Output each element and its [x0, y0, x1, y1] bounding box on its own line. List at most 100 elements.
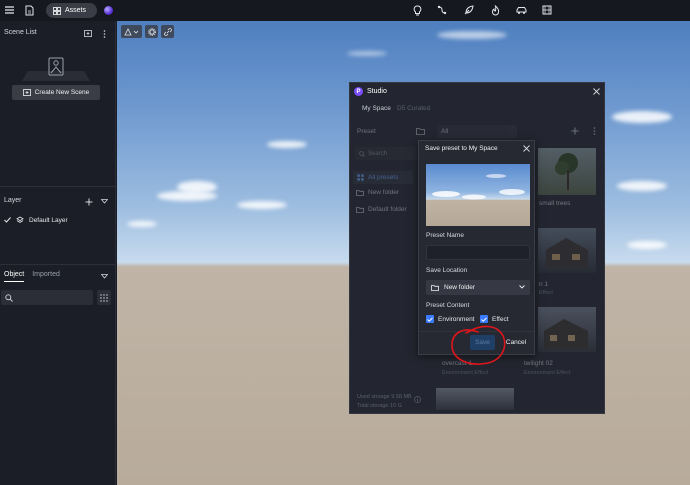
- menu-icon[interactable]: [2, 3, 16, 17]
- preset-thumbnail[interactable]: [436, 388, 514, 410]
- preset-filter-value: All: [441, 128, 449, 135]
- object-tabs: Object Imported: [4, 271, 60, 282]
- divider: [0, 264, 116, 265]
- effect-label: Effect: [492, 315, 509, 323]
- checkbox-checked-icon: [480, 315, 488, 323]
- assets-button[interactable]: Assets: [46, 3, 97, 18]
- save-button[interactable]: Save: [470, 335, 495, 350]
- add-layer-icon[interactable]: [84, 197, 93, 206]
- preset-search-placeholder: Search: [368, 150, 388, 157]
- lightbulb-icon[interactable]: [410, 3, 424, 17]
- preset-filter-select[interactable]: All: [437, 125, 517, 138]
- preset-name-input[interactable]: [426, 245, 530, 260]
- flame-icon[interactable]: [488, 3, 502, 17]
- layer-item-default[interactable]: Default Layer: [4, 216, 68, 224]
- save-location-value: New folder: [444, 284, 476, 291]
- preset-name: twilight 02: [524, 360, 553, 367]
- folder-icon: [356, 189, 364, 196]
- house-illustration: [544, 319, 588, 349]
- curve-icon[interactable]: [435, 3, 449, 17]
- preset-content-label: Preset Content: [426, 302, 470, 309]
- tab-imported[interactable]: Imported: [32, 271, 60, 282]
- preset-search-input[interactable]: Search: [355, 147, 417, 160]
- create-new-scene-button[interactable]: Create New Scene: [12, 85, 100, 100]
- cloud: [237, 201, 287, 209]
- folder-icon: [356, 206, 364, 213]
- object-search-input[interactable]: [1, 290, 93, 305]
- preset-name: n 1: [539, 281, 549, 288]
- more-options-icon[interactable]: [100, 29, 109, 38]
- preset-preview-image: [426, 164, 530, 226]
- cloud: [267, 141, 307, 148]
- sidebar-item-label: Default folder: [368, 206, 407, 213]
- preset-thumbnail[interactable]: [538, 228, 596, 273]
- film-icon[interactable]: [540, 3, 554, 17]
- add-scene-icon: [22, 89, 31, 96]
- save-location-label: Save Location: [426, 267, 468, 274]
- cancel-button[interactable]: Cancel: [502, 335, 530, 350]
- preset-type: Environment Effect: [442, 370, 489, 376]
- sidebar-item-default-folder[interactable]: Default folder: [356, 206, 407, 213]
- link-icon: [163, 27, 172, 36]
- grid-icon: [357, 174, 364, 181]
- more-options-icon[interactable]: [593, 127, 596, 137]
- create-new-scene-label: Create New Scene: [34, 89, 90, 96]
- total-storage: Total storage 10 G: [357, 403, 402, 409]
- search-icon: [359, 150, 365, 157]
- preset-thumbnail[interactable]: [538, 307, 596, 352]
- sky-clouds-illustration: [432, 174, 525, 200]
- cloud: [177, 181, 217, 193]
- file-icon[interactable]: [22, 3, 36, 17]
- settings-button[interactable]: [145, 25, 158, 38]
- add-icon[interactable]: [571, 127, 579, 137]
- chevron-down-icon[interactable]: [100, 272, 109, 281]
- preset-thumbnail[interactable]: [538, 148, 596, 195]
- close-icon[interactable]: [592, 87, 601, 96]
- cloud: [627, 241, 667, 249]
- folder-icon[interactable]: [416, 128, 425, 137]
- sidebar-item-label: All presets: [368, 174, 399, 181]
- dialog-title: Save preset to My Space: [425, 145, 498, 152]
- used-storage: Used storage 9.58 MB: [357, 394, 412, 400]
- check-icon: [4, 217, 11, 223]
- save-preset-dialog: Save preset to My Space Preset Name Save…: [418, 140, 535, 355]
- gear-icon: [147, 27, 156, 36]
- preset-type: Environment Effect: [524, 370, 571, 376]
- cloud: [617, 181, 667, 191]
- cloud: [127, 221, 157, 227]
- grid-view-button[interactable]: [97, 290, 111, 305]
- info-icon[interactable]: [414, 396, 421, 405]
- tab-object[interactable]: Object: [4, 271, 25, 282]
- tab-d5-curated[interactable]: D5 Curated: [397, 105, 430, 112]
- environment-label: Environment: [438, 315, 475, 323]
- chevron-down-icon: [519, 285, 525, 289]
- effect-checkbox[interactable]: Effect: [480, 315, 509, 323]
- viewport-toolbar: [121, 25, 174, 38]
- preset-name: small trees: [539, 200, 571, 207]
- house-illustration: [546, 238, 588, 268]
- search-icon: [5, 293, 13, 302]
- add-scene-icon[interactable]: [83, 29, 92, 38]
- save-location-select[interactable]: New folder: [426, 280, 530, 295]
- preset-name-label: Preset Name: [426, 232, 464, 239]
- leaf-icon[interactable]: [462, 3, 476, 17]
- cloud: [347, 51, 387, 56]
- layer-title: Layer: [4, 197, 22, 204]
- chevron-down-icon[interactable]: [100, 197, 109, 206]
- sidebar-item-new-folder[interactable]: New folder: [356, 189, 399, 196]
- studio-orb-icon[interactable]: [104, 6, 113, 15]
- preset-label: Preset: [357, 128, 376, 135]
- close-icon[interactable]: [522, 144, 531, 153]
- tab-my-space[interactable]: My Space: [362, 105, 391, 112]
- transform-mode-button[interactable]: [121, 25, 142, 38]
- car-icon[interactable]: [514, 3, 528, 17]
- sidebar-item-all-presets[interactable]: All presets: [353, 171, 413, 184]
- scene-list-title: Scene List: [4, 29, 37, 36]
- folder-icon: [431, 284, 439, 291]
- tree-illustration: [555, 153, 578, 190]
- layers-icon: [16, 216, 24, 223]
- preset-type: Effect: [539, 290, 553, 296]
- transform-icon: [124, 27, 139, 35]
- environment-checkbox[interactable]: Environment: [426, 315, 475, 323]
- lock-view-button[interactable]: [161, 25, 174, 38]
